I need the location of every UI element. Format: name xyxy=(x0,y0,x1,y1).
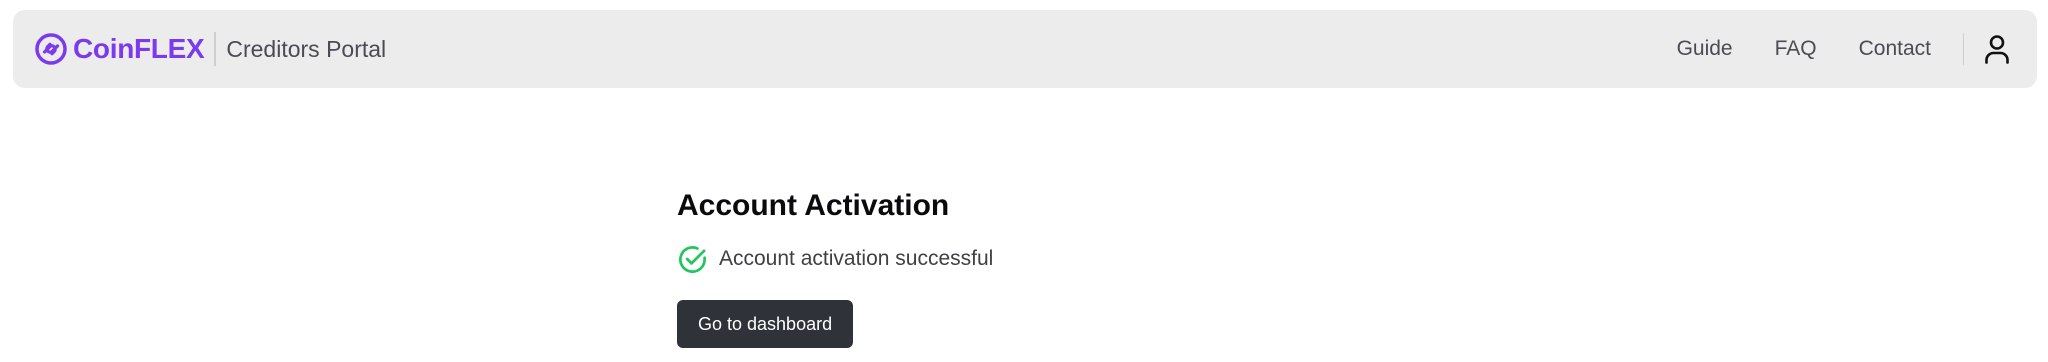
brand: CoinFLEX Creditors Portal xyxy=(35,10,386,88)
status-row: Account activation successful xyxy=(677,242,993,276)
go-to-dashboard-button[interactable]: Go to dashboard xyxy=(677,300,854,348)
logo-text[interactable]: CoinFLEX xyxy=(73,33,205,65)
nav-link-faq[interactable]: FAQ xyxy=(1775,37,1817,61)
page-title: Account Activation xyxy=(677,189,950,222)
check-circle-icon xyxy=(679,245,706,273)
activation-panel: Account Activation Account activation su… xyxy=(677,184,993,348)
nav-link-contact[interactable]: Contact xyxy=(1859,37,1931,61)
nav-link-guide[interactable]: Guide xyxy=(1677,37,1733,61)
portal-title: Creditors Portal xyxy=(226,35,387,62)
top-nav: Guide FAQ Contact xyxy=(1677,10,2037,88)
user-menu-button[interactable] xyxy=(1980,32,2014,66)
top-header: CoinFLEX Creditors Portal Guide FAQ Cont… xyxy=(13,10,2037,88)
user-icon xyxy=(1985,35,2009,64)
nav-divider xyxy=(1963,33,1964,65)
brand-divider xyxy=(214,32,217,66)
status-message: Account activation successful xyxy=(719,247,994,270)
coinflex-logo-icon[interactable] xyxy=(35,33,67,65)
